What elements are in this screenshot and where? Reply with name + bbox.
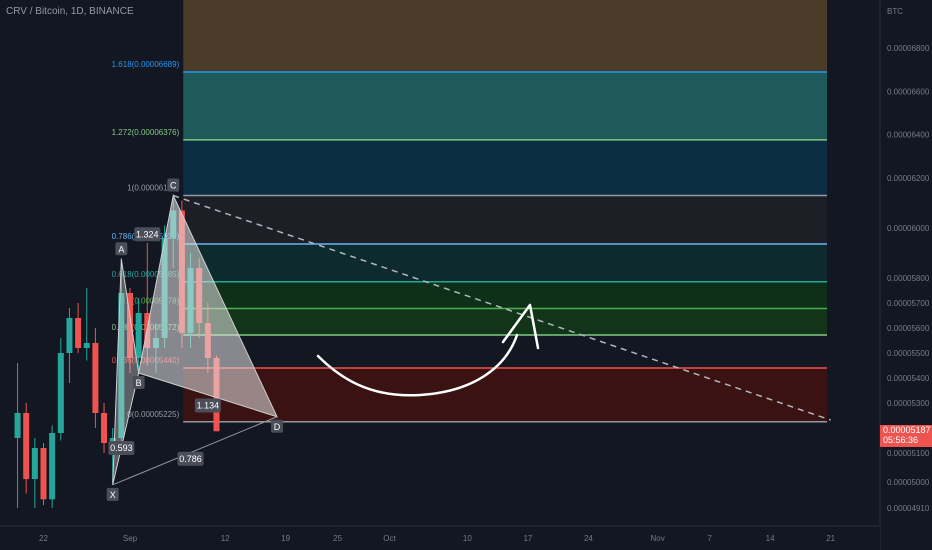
price-tick-0: 0.00006800 (887, 44, 930, 53)
fib-zone-0.5 (183, 308, 827, 335)
pattern-ratio-1: 1.324 (136, 229, 159, 239)
pattern-ratio-2: 1.134 (197, 401, 220, 411)
fib-zone-0.786 (183, 244, 827, 282)
price-tick-11: 0.00005100 (887, 449, 930, 458)
candle-body-2 (31, 448, 38, 480)
candle-body-7 (75, 318, 82, 348)
fib-zone-1.272 (183, 139, 827, 196)
price-tick-13: 0.00004910 (887, 504, 930, 513)
candle-body-5 (57, 353, 64, 433)
price-tick-5: 0.00005800 (887, 274, 930, 283)
candle-body-0 (14, 413, 21, 438)
price-tick-12: 0.00005000 (887, 478, 930, 487)
countdown-label: 05:56:36 (883, 435, 919, 445)
candle-body-1 (23, 413, 30, 480)
pattern-ratio-3: 0.786 (179, 454, 202, 464)
price-tick-8: 0.00005500 (887, 349, 930, 358)
time-tick-8: 24 (584, 534, 593, 543)
pattern-point-C: C (170, 181, 177, 191)
pattern-xd-line (112, 416, 278, 486)
fib-label-0: 0(0.00005225) (127, 410, 179, 419)
fib-zone-top (183, 0, 827, 73)
fib-zone-1 (183, 195, 827, 244)
pattern-point-A: A (118, 244, 124, 254)
pattern-point-D: D (274, 422, 281, 432)
candle-body-14 (135, 313, 142, 358)
current-price-label: 0.00005187 (883, 425, 931, 435)
price-tick-7: 0.00005600 (887, 324, 930, 333)
candle-body-10 (101, 413, 108, 443)
candle-body-3 (40, 448, 47, 500)
candle-body-8 (83, 343, 90, 348)
price-tick-10: 0.00005300 (887, 399, 930, 408)
symbol-title[interactable]: CRV / Bitcoin, 1D, BINANCE (6, 6, 134, 17)
time-tick-6: 10 (463, 534, 472, 543)
price-tick-1: 0.00006600 (887, 87, 930, 96)
fib-zone-0.618 (183, 281, 827, 309)
candle-body-9 (92, 343, 99, 413)
price-axis-unit: BTC (887, 7, 903, 16)
time-tick-5: Oct (383, 534, 396, 543)
time-tick-9: Nov (651, 534, 665, 543)
fib-zone-0.236 (183, 368, 827, 422)
price-tick-9: 0.00005400 (887, 374, 930, 383)
time-tick-3: 19 (281, 534, 290, 543)
time-tick-10: 7 (707, 534, 712, 543)
price-tick-2: 0.00006400 (887, 131, 930, 140)
time-tick-2: 12 (221, 534, 230, 543)
candle-body-4 (49, 433, 56, 500)
time-tick-12: 21 (826, 534, 835, 543)
time-tick-7: 17 (523, 534, 532, 543)
time-tick-0: 22 (39, 534, 48, 543)
chart-window: 1.618(0.00006689) 1.272(0.00006376) 1(0.00… (0, 0, 932, 550)
candle-body-6 (66, 318, 73, 353)
price-tick-6: 0.00005700 (887, 299, 930, 308)
pattern-point-B: B (136, 378, 142, 388)
fib-label-1.272: 1.272(0.00006376) (112, 128, 180, 137)
price-tick-4: 0.00006000 (887, 224, 930, 233)
time-tick-4: 25 (333, 534, 342, 543)
fib-label-1.618: 1.618(0.00006689) (112, 60, 180, 69)
price-chart-svg[interactable]: 1.618(0.00006689)1.272(0.00006376)1(0.00… (0, 0, 932, 550)
fib-zone-1.618 (183, 72, 827, 140)
time-tick-1: Sep (123, 534, 138, 543)
pattern-ratio-0: 0.593 (110, 443, 133, 453)
price-tick-3: 0.00006200 (887, 174, 930, 183)
time-tick-11: 14 (766, 534, 775, 543)
pattern-point-X: X (110, 490, 116, 500)
current-price-tag: 0.00005187 05:56:36 (880, 425, 932, 447)
